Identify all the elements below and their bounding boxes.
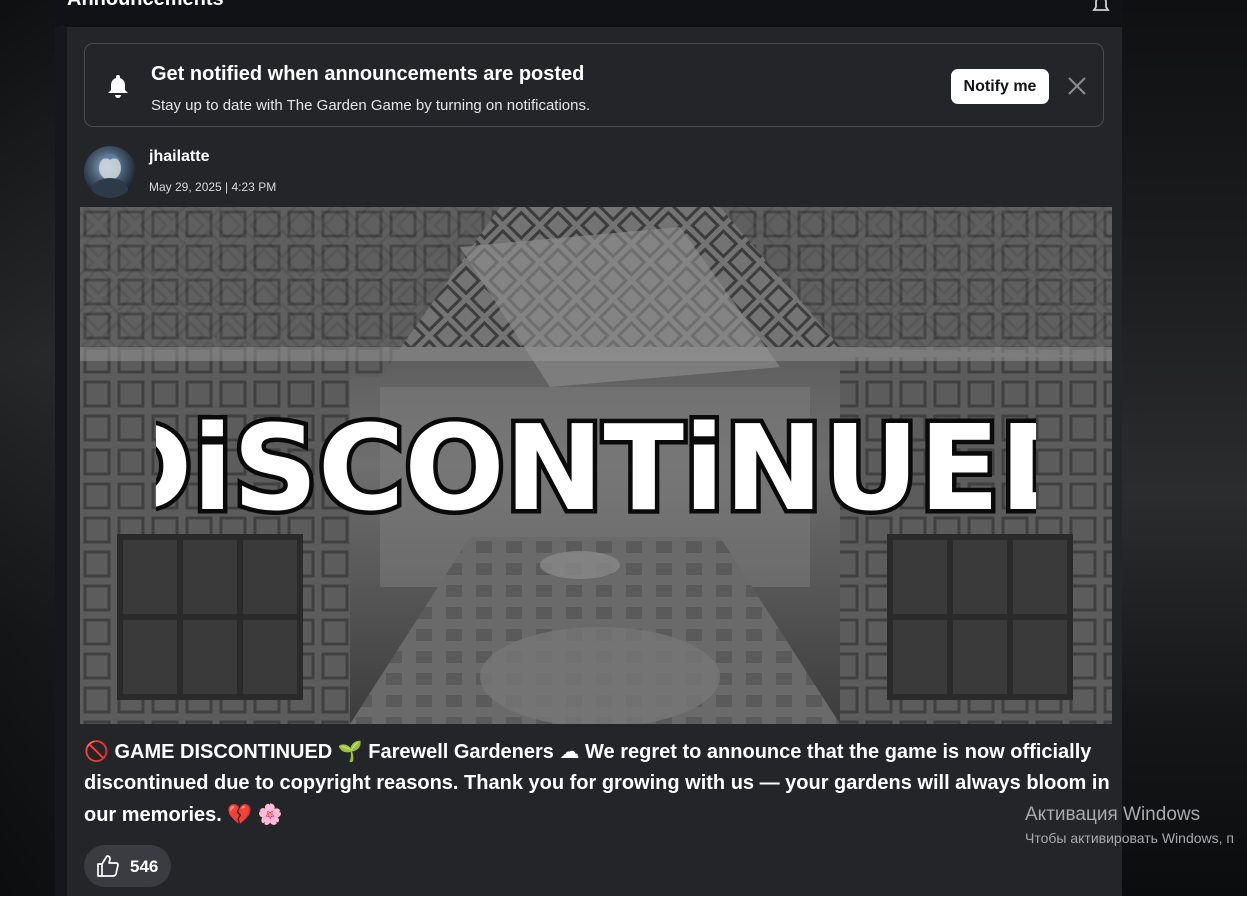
- post-date: May 29, 2025 | 4:23 PM: [149, 180, 277, 194]
- post-body-emoji: 🚫: [84, 739, 109, 763]
- backdrop-left: [0, 0, 60, 898]
- section-title: Announcements: [67, 0, 224, 11]
- notify-title: Get notified when announcements are post…: [151, 63, 585, 85]
- banner-title-text: DiSCONTiNUED: [156, 399, 1036, 537]
- post-body-emoji: 💔: [227, 802, 253, 826]
- banner-title-art: DiSCONTiNUED: [156, 397, 1036, 537]
- post-body-emoji: ☁: [559, 739, 580, 763]
- page: Announcements Get notified when announce…: [0, 0, 1247, 898]
- notify-subtitle: Stay up to date with The Garden Game by …: [151, 97, 591, 114]
- backdrop-right: [1121, 0, 1247, 898]
- header-bell-icon[interactable]: [1090, 0, 1112, 14]
- post-banner-image: DiSCONTiNUED: [80, 207, 1112, 724]
- thumbs-up-icon: [97, 855, 119, 877]
- author-avatar[interactable]: [84, 146, 136, 198]
- windows-activation-overlay: Активация Windows Чтобы активировать Win…: [1025, 804, 1247, 846]
- activation-title: Активация Windows: [1025, 804, 1201, 825]
- post-body-text: Farewell Gardeners: [362, 741, 560, 763]
- like-button[interactable]: 546: [84, 845, 171, 887]
- close-icon[interactable]: [1066, 75, 1088, 97]
- activation-subtitle: Чтобы активировать Windows, п: [1025, 830, 1234, 846]
- notify-card: Get notified when announcements are post…: [84, 43, 1104, 127]
- post-body-emoji: 🌸: [257, 802, 283, 826]
- avatar-image: [92, 154, 128, 198]
- post-body-text: GAME DISCONTINUED: [108, 741, 338, 763]
- post-body: 🚫 GAME DISCONTINUED 🌱 Farewell Gardeners…: [84, 736, 1114, 831]
- notify-me-button[interactable]: Notify me: [951, 69, 1049, 104]
- banner-title: DiSCONTiNUED: [80, 397, 1112, 537]
- panel-edge: [55, 27, 67, 898]
- author-name[interactable]: jhailatte: [149, 148, 209, 166]
- bell-icon: [108, 75, 128, 98]
- post-body-emoji: 🌱: [337, 739, 363, 763]
- like-count: 546: [130, 857, 159, 876]
